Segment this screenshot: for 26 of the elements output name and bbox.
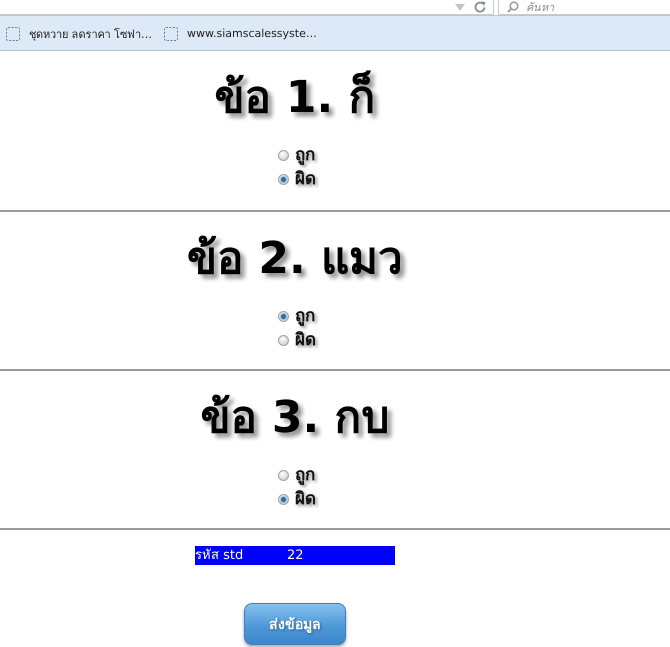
option-label: ผิด xyxy=(295,329,316,351)
option-label: ถูก xyxy=(295,305,315,327)
question-heading: ข้อ 2. แมว xyxy=(187,232,403,286)
option-label: ผิด xyxy=(295,488,316,510)
blank-page-icon xyxy=(164,26,178,40)
dropdown-arrow-icon[interactable] xyxy=(455,4,465,10)
option-label: ถูก xyxy=(295,144,315,166)
radio-button[interactable] xyxy=(278,334,289,346)
student-id-label: รหัส std xyxy=(195,546,244,564)
question-heading: ข้อ 3. กบ xyxy=(200,391,390,445)
option-label: ผิด xyxy=(295,168,316,190)
radio-button[interactable] xyxy=(278,494,289,504)
radio-button[interactable] xyxy=(278,470,289,480)
blank-page-icon xyxy=(6,26,20,40)
student-id-value: 22 xyxy=(287,546,304,564)
radio-button[interactable] xyxy=(278,310,289,322)
question-heading: ข้อ 1. ก็ xyxy=(214,69,376,125)
radio-button[interactable] xyxy=(278,150,289,160)
bookmark-link[interactable]: www.siamscalessyste… xyxy=(164,26,317,40)
refresh-icon[interactable] xyxy=(473,1,487,13)
search-icon xyxy=(507,1,519,13)
search-field[interactable]: ค้นหา xyxy=(498,0,670,15)
address-field[interactable] xyxy=(0,0,494,15)
option-label: ถูก xyxy=(295,464,315,486)
radio-button[interactable] xyxy=(278,174,289,184)
bookmark-link[interactable]: ชุดหวาย ลดราคา โซฟา… xyxy=(6,24,152,42)
